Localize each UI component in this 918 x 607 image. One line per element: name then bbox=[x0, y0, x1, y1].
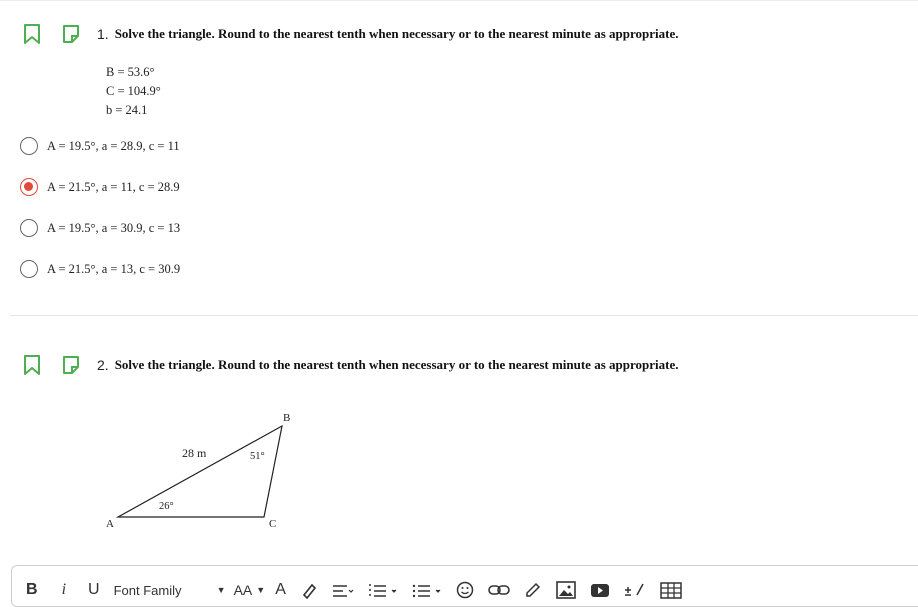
given-values: B = 53.6° C = 104.9° b = 24.1 bbox=[106, 63, 161, 120]
angle-b-label: 51° bbox=[250, 451, 265, 462]
emoji-icon[interactable] bbox=[456, 579, 474, 601]
font-family-label: Font Family bbox=[113, 582, 182, 598]
triangle-figure: A B C 28 m 51° 26° bbox=[106, 412, 290, 530]
font-family-select[interactable]: Font Family ▼ bbox=[114, 583, 226, 598]
option-label: A = 21.5°, a = 11, c = 28.9 bbox=[47, 179, 180, 194]
option-label: A = 19.5°, a = 28.9, c = 11 bbox=[47, 138, 180, 153]
italic-button[interactable]: i bbox=[62, 579, 66, 601]
align-icon[interactable] bbox=[332, 579, 354, 601]
table-icon[interactable] bbox=[660, 579, 682, 601]
underline-button[interactable]: U bbox=[88, 579, 100, 601]
editor-toolbar: B i U Font Family ▼ AA ▼ A bbox=[26, 578, 696, 602]
question-number: 1. bbox=[97, 26, 109, 42]
answer-option-2[interactable]: A = 21.5°, a = 11, c = 28.9 bbox=[20, 176, 180, 198]
radio-button-selected[interactable] bbox=[20, 178, 38, 196]
bold-button[interactable]: B bbox=[26, 579, 38, 601]
draw-icon[interactable] bbox=[524, 579, 542, 601]
vertex-b-label: B bbox=[283, 412, 290, 424]
highlighter-icon[interactable] bbox=[300, 579, 318, 601]
bullet-list-icon[interactable] bbox=[412, 579, 442, 601]
radio-button[interactable] bbox=[20, 137, 38, 155]
note-icon[interactable] bbox=[61, 354, 81, 376]
triangle-shape bbox=[115, 424, 283, 518]
given-side-b: b = 24.1 bbox=[106, 103, 148, 117]
bookmark-icon[interactable] bbox=[22, 23, 42, 45]
video-icon[interactable] bbox=[590, 579, 610, 601]
angle-a-label: 26° bbox=[159, 501, 174, 512]
question-divider bbox=[10, 315, 918, 316]
vertex-a-label: A bbox=[106, 518, 114, 530]
question-2-header: 2. Solve the triangle. Round to the near… bbox=[22, 353, 678, 377]
given-angle-b: B = 53.6° bbox=[106, 65, 155, 79]
image-icon[interactable] bbox=[556, 579, 576, 601]
numbered-list-icon[interactable] bbox=[368, 579, 398, 601]
top-divider bbox=[0, 0, 918, 1]
given-angle-c: C = 104.9° bbox=[106, 84, 161, 98]
question-number: 2. bbox=[97, 357, 109, 373]
question-prompt: Solve the triangle. Round to the nearest… bbox=[114, 26, 679, 41]
vertex-c-label: C bbox=[269, 518, 276, 530]
answer-option-3[interactable]: A = 19.5°, a = 30.9, c = 13 bbox=[20, 217, 180, 239]
question-1-header: 1. Solve the triangle. Round to the near… bbox=[22, 22, 678, 46]
math-icon[interactable] bbox=[624, 579, 646, 601]
font-size-button[interactable]: AA bbox=[234, 579, 253, 601]
radio-button[interactable] bbox=[20, 219, 38, 237]
question-prompt: Solve the triangle. Round to the nearest… bbox=[114, 357, 679, 372]
option-label: A = 19.5°, a = 30.9, c = 13 bbox=[47, 220, 181, 235]
answer-option-4[interactable]: A = 21.5°, a = 13, c = 30.9 bbox=[20, 258, 180, 280]
bookmark-icon[interactable] bbox=[22, 354, 42, 376]
answer-editor[interactable]: B i U Font Family ▼ AA ▼ A bbox=[11, 565, 918, 607]
radio-button[interactable] bbox=[20, 260, 38, 278]
link-icon[interactable] bbox=[488, 579, 510, 601]
side-ab-label: 28 m bbox=[182, 446, 207, 460]
text-format-button[interactable]: A bbox=[275, 579, 286, 601]
answer-option-1[interactable]: A = 19.5°, a = 28.9, c = 11 bbox=[20, 135, 180, 157]
option-label: A = 21.5°, a = 13, c = 30.9 bbox=[47, 261, 181, 276]
note-icon[interactable] bbox=[61, 23, 81, 45]
